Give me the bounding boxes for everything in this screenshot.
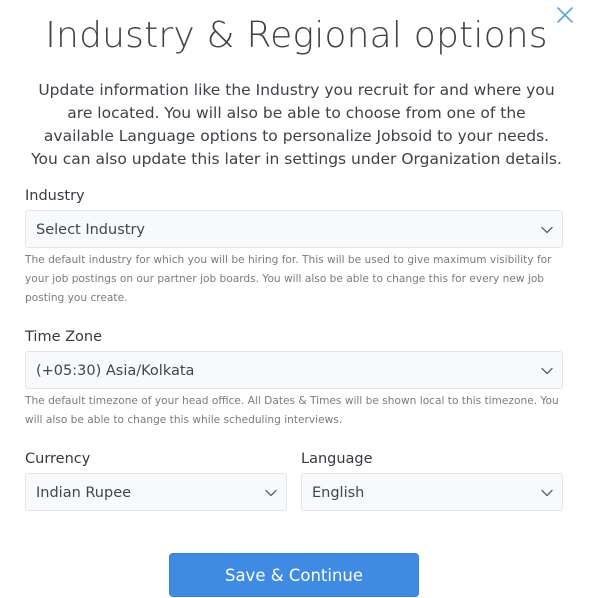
currency-select[interactable]: Indian Rupee bbox=[25, 473, 287, 511]
chevron-down-icon bbox=[541, 489, 553, 497]
dialog-intro: Update information like the Industry you… bbox=[31, 81, 562, 168]
chevron-down-icon bbox=[541, 367, 553, 375]
timezone-help-text: The default timezone of your head office… bbox=[25, 395, 559, 426]
chevron-down-icon bbox=[541, 226, 553, 234]
industry-label: Industry bbox=[25, 188, 85, 204]
industry-select-value: Select Industry bbox=[36, 222, 145, 238]
chevron-down-icon bbox=[265, 489, 277, 497]
language-select[interactable]: English bbox=[301, 473, 563, 511]
industry-select[interactable]: Select Industry bbox=[25, 210, 563, 248]
currency-select-value: Indian Rupee bbox=[36, 485, 132, 501]
timezone-select-value: (+05:30) Asia/Kolkata bbox=[36, 363, 195, 379]
timezone-select[interactable]: (+05:30) Asia/Kolkata bbox=[25, 351, 563, 389]
language-select-value: English bbox=[312, 485, 365, 501]
dialog-title: Industry & Regional options bbox=[45, 15, 548, 56]
industry-help-text: The default industry for which you will … bbox=[25, 254, 552, 304]
timezone-label: Time Zone bbox=[25, 329, 103, 345]
save-continue-button[interactable]: Save & Continue bbox=[169, 553, 419, 597]
language-label: Language bbox=[301, 451, 373, 467]
currency-label: Currency bbox=[25, 451, 91, 467]
